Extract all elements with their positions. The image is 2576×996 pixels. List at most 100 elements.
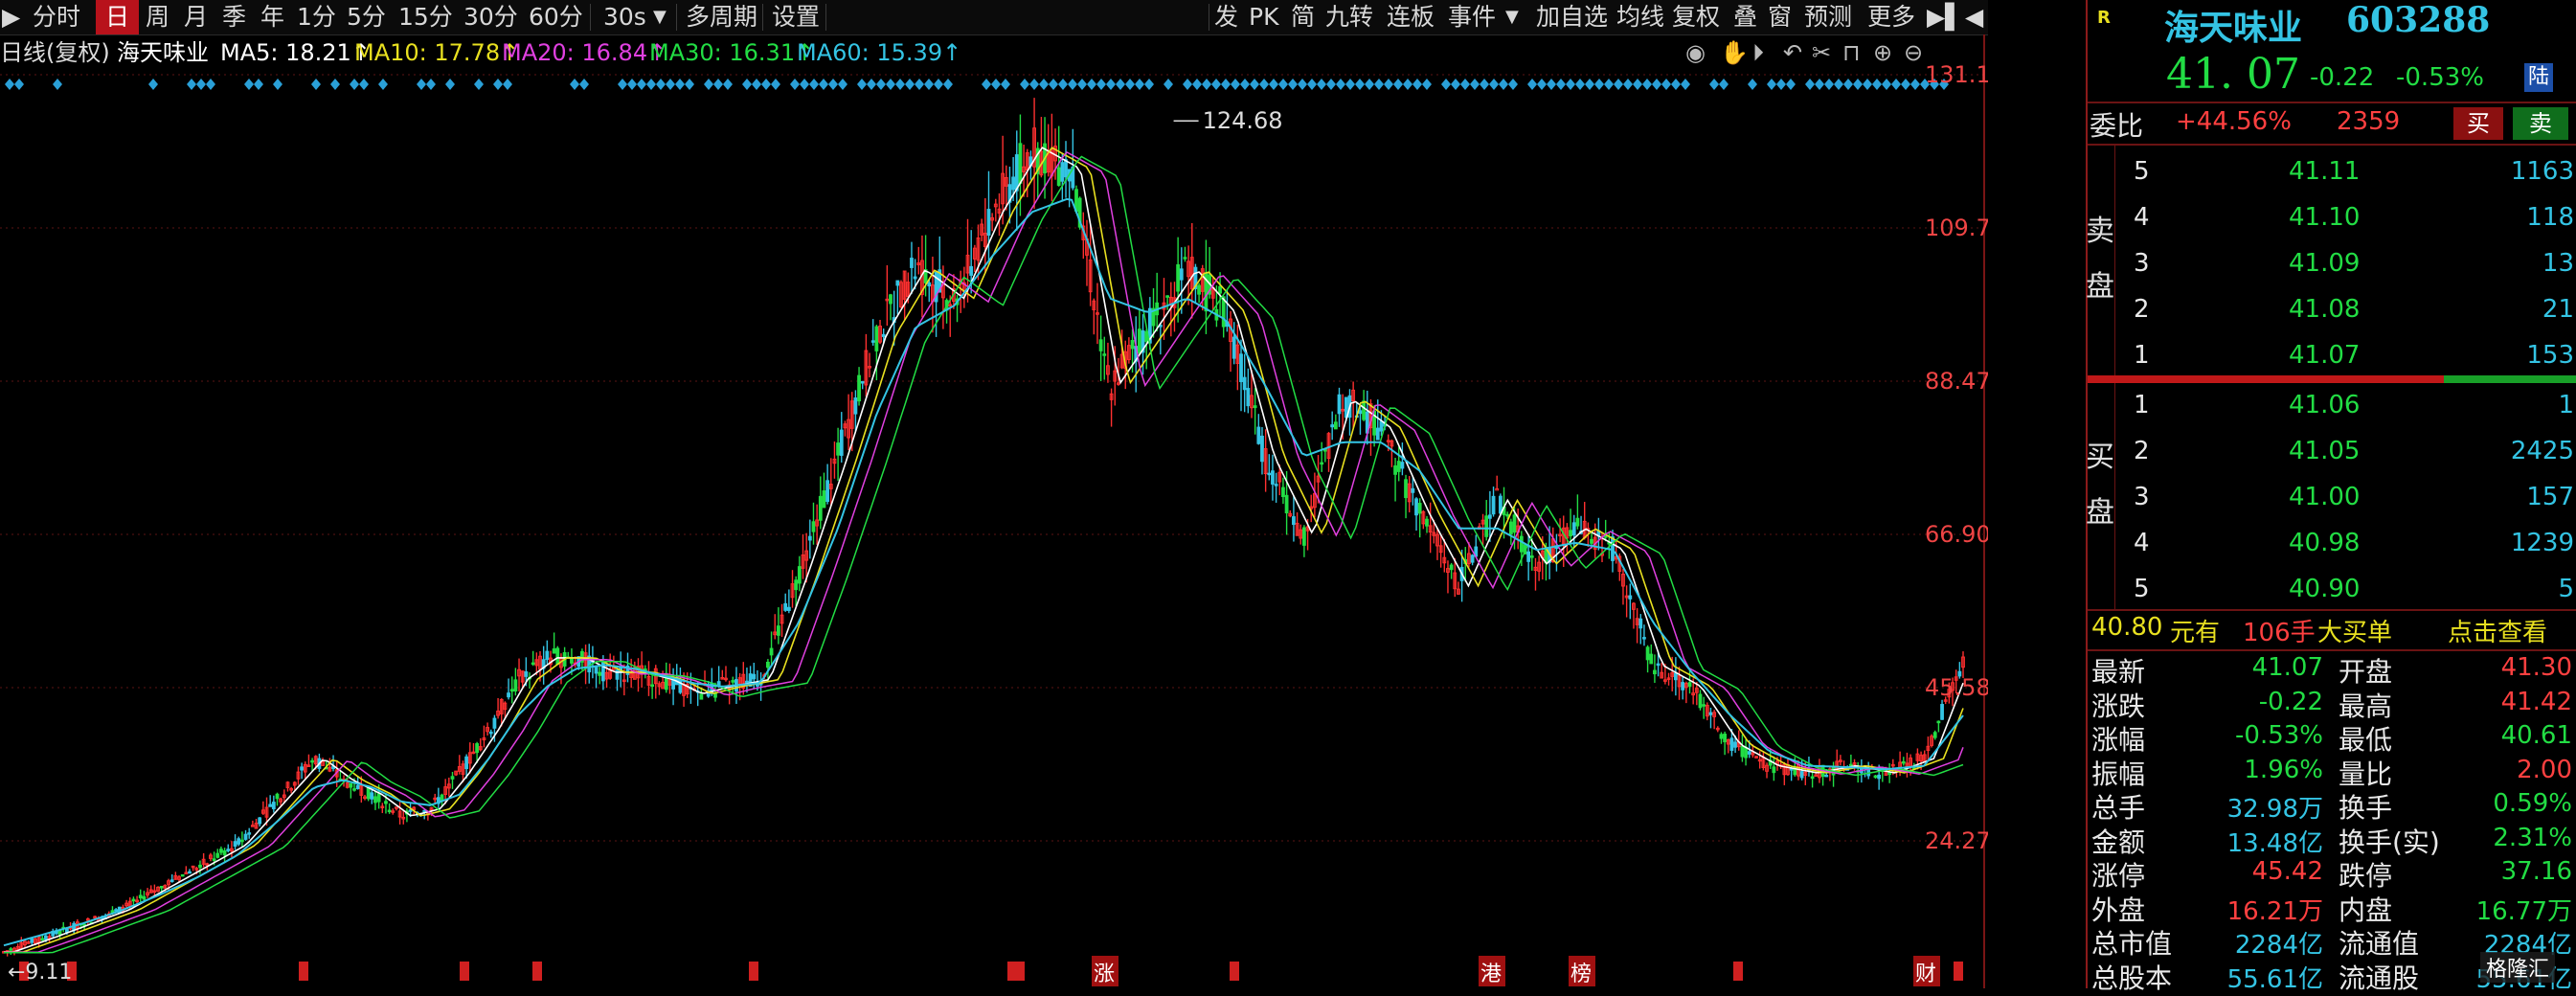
play-circle-icon[interactable]: ⏵	[1752, 36, 1764, 69]
tb-overlay[interactable]: 叠	[1733, 0, 1757, 34]
event-markers: 涨港榜财	[19, 956, 1963, 986]
chevron-down-icon[interactable]: ▼	[1505, 0, 1519, 34]
max-price-label: 124.68	[1203, 107, 1283, 134]
signal-dot	[1470, 79, 1480, 90]
candle-body	[895, 280, 900, 286]
play-icon[interactable]: ▶	[2, 0, 20, 34]
signal-dot	[1211, 79, 1221, 90]
ask-row[interactable]: 1 41.07 153	[2116, 335, 2576, 377]
interval-select[interactable]: 30s	[596, 0, 654, 34]
chart-canvas[interactable]: 涨港榜财 131.10109.7988.4766.9045.5824.27124…	[0, 34, 2005, 988]
bid-level: 1	[2134, 391, 2150, 419]
candle-body	[1571, 522, 1576, 536]
bid-row[interactable]: 3 41.00 157	[2116, 477, 2576, 519]
tab-yearly[interactable]: 年	[253, 0, 292, 34]
candle-body	[219, 849, 223, 853]
signal-dot	[1882, 79, 1891, 90]
tb-window[interactable]: 窗	[1768, 0, 1792, 34]
signal-dot	[1250, 79, 1259, 90]
candle-body	[1417, 503, 1422, 514]
y-tick-label: 45.58	[1925, 674, 1988, 701]
tab-monthly[interactable]: 月	[176, 0, 215, 34]
big-order-link[interactable]: 点击查看	[2448, 613, 2547, 648]
lock-icon[interactable]: ⊓	[1842, 36, 1861, 69]
ma10-value: MA10: 17.78↑	[354, 39, 520, 66]
tab-1min[interactable]: 1分	[291, 0, 342, 34]
bid-price: 41.00	[2289, 483, 2361, 511]
signal-dot	[685, 79, 694, 90]
tab-15min[interactable]: 15分	[393, 0, 459, 34]
tb-fuquan[interactable]: 复权	[1672, 0, 1720, 34]
bid-row[interactable]: 5 40.90 5	[2116, 569, 2576, 611]
tab-30min[interactable]: 30分	[458, 0, 524, 34]
expand-icon[interactable]: ▶▌	[1927, 0, 1963, 34]
tb-jiuzhuan[interactable]: 九转	[1325, 0, 1373, 34]
candle-body	[271, 802, 276, 810]
undo-icon[interactable]: ↶	[1783, 36, 1802, 69]
tab-fenshi[interactable]: 分时	[23, 0, 90, 34]
zoom-out-icon[interactable]: ⊖	[1904, 36, 1923, 69]
candle-body	[237, 838, 241, 845]
candle-body	[1232, 336, 1236, 359]
tab-5min[interactable]: 5分	[341, 0, 392, 34]
signal-dot	[1116, 79, 1125, 90]
price-pct: -0.53%	[2396, 63, 2484, 92]
signal-dot	[723, 79, 733, 90]
bid-row[interactable]: 2 41.05 2425	[2116, 431, 2576, 473]
tab-quarterly[interactable]: 季	[215, 0, 254, 34]
ask-volume: 13	[2542, 249, 2574, 278]
collapse-icon[interactable]: ◀	[1965, 0, 1983, 34]
candle-body	[811, 521, 816, 532]
candle-body	[1239, 353, 1243, 382]
tab-weekly[interactable]: 周	[138, 0, 177, 34]
event-tag: 涨	[1094, 962, 1115, 986]
tb-shijian[interactable]: 事件	[1448, 0, 1496, 34]
ask-row[interactable]: 5 41.11 1163	[2116, 151, 2576, 193]
stat-label: 开盘	[2339, 656, 2393, 688]
candle-body	[275, 793, 280, 800]
signal-dot	[148, 79, 158, 90]
big-order-text2: 大买单	[2317, 619, 2393, 647]
tb-lianban[interactable]: 连板	[1387, 0, 1435, 34]
eye-icon[interactable]: ◉	[1685, 36, 1706, 69]
tb-pk[interactable]: PK	[1249, 0, 1278, 34]
tb-jian[interactable]: 简	[1291, 0, 1315, 34]
tb-ma[interactable]: 均线	[1616, 0, 1664, 34]
signal-dots	[5, 79, 1949, 90]
tb-add-watch[interactable]: 加自选	[1536, 0, 1608, 34]
signal-dot	[1192, 79, 1202, 90]
scissors-icon[interactable]: ✂	[1812, 36, 1831, 69]
tb-fa[interactable]: 发	[1214, 0, 1238, 34]
hand-icon[interactable]: ✋	[1720, 36, 1749, 69]
candle-body	[1425, 518, 1429, 527]
sell-button[interactable]: 卖	[2513, 107, 2568, 140]
candle-body	[1484, 515, 1489, 537]
buy-button[interactable]: 买	[2453, 107, 2503, 140]
candle-body	[807, 535, 812, 541]
bid-row[interactable]: 4 40.98 1239	[2116, 523, 2576, 565]
candle-body	[387, 809, 392, 813]
tb-predict[interactable]: 预测	[1804, 0, 1852, 34]
ask-row[interactable]: 4 41.10 118	[2116, 197, 2576, 239]
bid-row[interactable]: 1 41.06 1	[2116, 385, 2576, 427]
signal-dot	[350, 79, 359, 90]
tab-daily[interactable]: 日	[96, 0, 140, 34]
weibi-label: 委比	[2090, 110, 2144, 142]
candle-body	[910, 258, 914, 268]
stat-value: 45.42	[2251, 857, 2323, 886]
signal-dot	[1001, 79, 1010, 90]
tb-more[interactable]: 更多	[1867, 0, 1915, 34]
candle-body	[1267, 472, 1272, 476]
big-order-hands: 106手	[2243, 619, 2316, 647]
chevron-down-icon[interactable]: ▼	[653, 0, 667, 34]
signal-dot	[1077, 79, 1087, 90]
kline-chart[interactable]: 涨港榜财 131.10109.7988.4766.9045.5824.27124…	[0, 34, 2005, 988]
signal-dot	[1345, 79, 1355, 90]
zoom-in-icon[interactable]: ⊕	[1873, 36, 1892, 69]
multi-period-button[interactable]: 多周期	[682, 0, 761, 34]
tab-60min[interactable]: 60分	[523, 0, 589, 34]
ask-row[interactable]: 2 41.08 21	[2116, 289, 2576, 331]
settings-button[interactable]: 设置	[768, 0, 824, 34]
ask-row[interactable]: 3 41.09 13	[2116, 243, 2576, 285]
stock-name: 海天味业	[2164, 8, 2303, 48]
